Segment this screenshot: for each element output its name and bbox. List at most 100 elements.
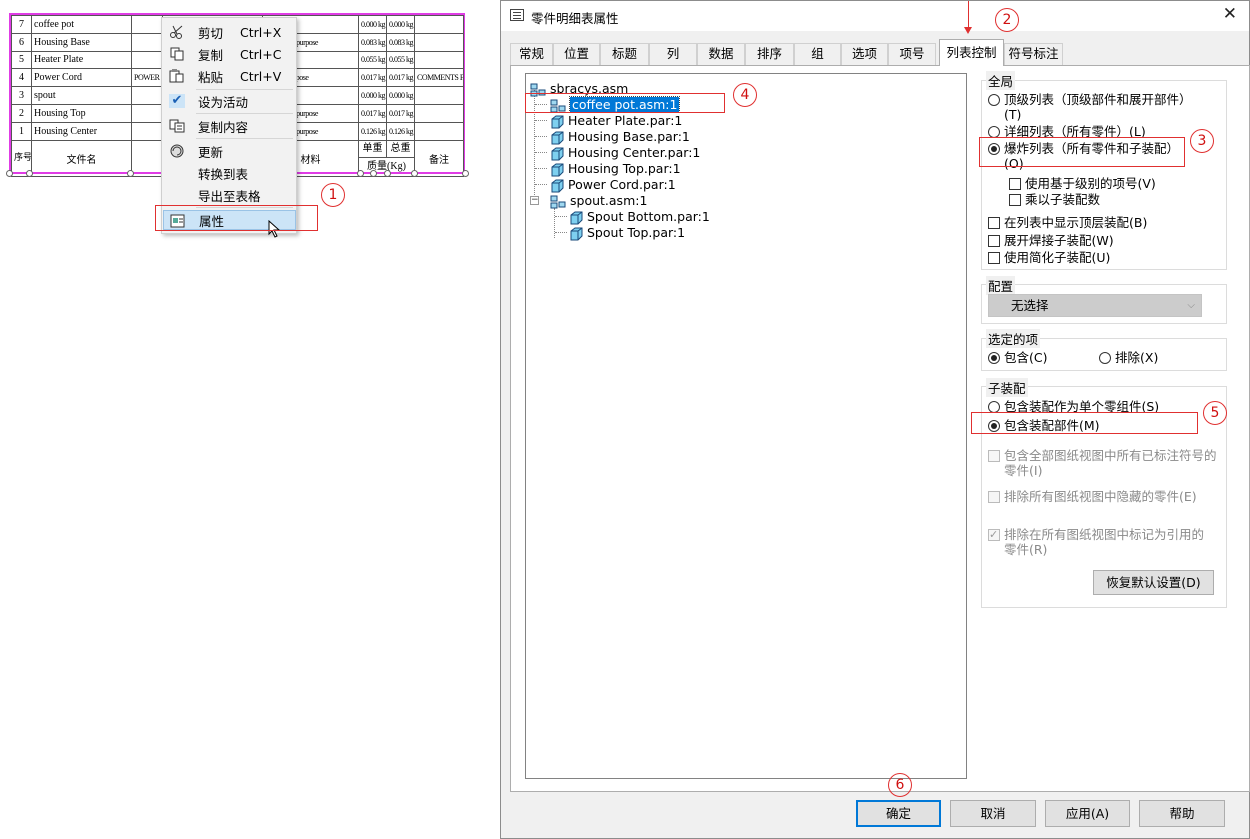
annotation-arrow-line <box>968 1 969 28</box>
tree-label: Power Cord.par:1 <box>568 177 676 192</box>
checkbox-label: 使用简化子装配(U) <box>1004 250 1111 265</box>
tab-columns[interactable]: 列 <box>649 43 697 65</box>
header-filename: 文件名 <box>31 139 132 177</box>
tab-group[interactable]: 组 <box>794 43 841 65</box>
cell-no: 1 <box>11 121 32 141</box>
tree-label: Housing Base.par:1 <box>568 129 690 144</box>
check-include-ballooned[interactable]: 包含全部图纸视图中所有已标注符号的 零件(I) <box>988 448 1217 478</box>
menu-shortcut: Ctrl+V <box>240 68 282 84</box>
check-exclude-reference[interactable]: 排除在所有图纸视图中标记为引用的零件(R) <box>988 527 1204 557</box>
menu-item-set-active[interactable]: ✔ 设为活动 <box>163 91 296 111</box>
header-unit-mass: 单重 <box>360 141 387 158</box>
radio-exclude[interactable]: 排除(X) <box>1099 350 1158 365</box>
tab-list-control[interactable]: 列表控制 <box>939 39 1004 66</box>
part-icon <box>551 179 564 192</box>
menu-item-copy[interactable]: 复制 Ctrl+C <box>163 44 296 64</box>
table-handle[interactable] <box>384 170 391 177</box>
cell-name: Housing Center <box>31 121 132 141</box>
ok-button[interactable]: 确定 <box>856 800 941 827</box>
check-level-item[interactable]: 使用基于级别的项号(V) <box>1009 176 1156 191</box>
checkbox-label: 排除所有图纸视图中隐藏的零件(E) <box>1004 489 1197 504</box>
check-simplified[interactable]: 使用简化子装配(U) <box>988 250 1110 265</box>
collapse-toggle[interactable]: − <box>530 196 539 205</box>
menu-label: 复制 <box>198 47 224 63</box>
close-icon[interactable]: ✕ <box>1223 4 1237 24</box>
menu-label: 导出至表格 <box>198 188 261 204</box>
table-handle[interactable] <box>127 170 134 177</box>
menu-item-update[interactable]: 更新 <box>163 141 296 161</box>
tree-item[interactable]: Heater Plate.par:1 <box>550 113 682 129</box>
tab-title[interactable]: 标题 <box>600 43 649 65</box>
table-handle[interactable] <box>357 170 364 177</box>
copy-icon <box>170 47 184 61</box>
checkbox[interactable] <box>1009 178 1021 190</box>
checkbox[interactable] <box>988 217 1000 229</box>
table-handle[interactable] <box>411 170 418 177</box>
highlight-box-as-parts <box>971 412 1198 434</box>
cell-name: Housing Top <box>31 103 132 123</box>
checkbox[interactable] <box>988 235 1000 247</box>
menu-item-cut[interactable]: 剪切 Ctrl+X <box>163 22 296 42</box>
menu-item-copy-content[interactable]: 复制内容 <box>163 116 296 136</box>
restore-defaults-button[interactable]: 恢复默认设置(D) <box>1093 570 1214 595</box>
cell-no: 2 <box>11 103 32 123</box>
cell-no: 6 <box>11 32 32 52</box>
table-handle[interactable] <box>462 170 469 177</box>
cell-name: spout <box>31 86 132 105</box>
check-expand-weld[interactable]: 展开焊接子装配(W) <box>988 233 1114 248</box>
config-dropdown[interactable]: 无选择 ⌵ <box>988 294 1202 317</box>
radio-include[interactable]: 包含(C) <box>988 350 1047 365</box>
assembly-tree[interactable]: − sbracys.asm coffee pot.asm:1 Heater Pl… <box>525 73 967 779</box>
checkbox[interactable] <box>988 491 1000 503</box>
tree-item[interactable]: Housing Center.par:1 <box>550 145 700 161</box>
menu-label: 复制内容 <box>198 119 249 135</box>
tab-options[interactable]: 选项 <box>841 43 888 65</box>
tab-balloon[interactable]: 符号标注 <box>1004 43 1063 65</box>
check-exclude-hidden[interactable]: 排除所有图纸视图中隐藏的零件(E) <box>988 489 1197 504</box>
tree-item[interactable]: Power Cord.par:1 <box>550 177 676 193</box>
tab-general[interactable]: 常规 <box>510 43 553 65</box>
cell-total-mass: 0.017 kg <box>386 103 415 123</box>
cell-total-mass: 0.055 kg <box>386 50 415 70</box>
checkbox[interactable] <box>988 252 1000 264</box>
cell-name: Heater Plate <box>31 50 132 70</box>
group-title-subassembly: 子装配 <box>986 378 1028 397</box>
tree-item[interactable]: Spout Bottom.par:1 <box>569 209 710 225</box>
menu-item-export-spreadsheet[interactable]: 导出至表格 <box>163 185 296 205</box>
apply-button[interactable]: 应用(A) <box>1045 800 1130 827</box>
tree-item[interactable]: Spout Top.par:1 <box>569 225 685 241</box>
tree-item-subassembly[interactable]: spout.asm:1 <box>550 193 647 209</box>
radio-button[interactable] <box>1099 352 1111 364</box>
tab-data[interactable]: 数据 <box>697 43 745 65</box>
tab-position[interactable]: 位置 <box>553 43 600 65</box>
radio-button[interactable] <box>988 94 1000 106</box>
cell-name: Power Cord <box>31 68 132 88</box>
menu-item-paste[interactable]: 粘贴 Ctrl+V <box>163 66 296 86</box>
table-handle[interactable] <box>6 170 13 177</box>
table-handle[interactable] <box>26 170 33 177</box>
tree-label: Heater Plate.par:1 <box>568 113 683 128</box>
check-show-top[interactable]: 在列表中显示顶层装配(B) <box>988 215 1147 230</box>
cell-unit-mass: 0.126 kg <box>358 121 387 141</box>
tree-item[interactable]: Housing Base.par:1 <box>550 129 690 145</box>
checkbox[interactable] <box>988 450 1000 462</box>
checkbox[interactable] <box>1009 194 1021 206</box>
table-handle[interactable] <box>370 170 377 177</box>
radio-top-list[interactable]: 顶级列表（顶级部件和展开部件） (T) <box>988 92 1192 122</box>
cell-mid <box>131 121 163 141</box>
checkbox[interactable] <box>988 527 1000 542</box>
check-multiply[interactable]: 乘以子装配数 <box>1009 192 1100 207</box>
cell-unit-mass: 0.000 kg <box>358 15 387 34</box>
help-button[interactable]: 帮助 <box>1139 800 1225 827</box>
radio-button[interactable] <box>988 352 1000 364</box>
menu-item-convert-to-table[interactable]: 转换到表 <box>163 163 296 183</box>
menu-label: 设为活动 <box>198 94 249 110</box>
tab-sort[interactable]: 排序 <box>745 43 794 65</box>
tab-item-number[interactable]: 项号 <box>888 43 936 65</box>
cancel-button[interactable]: 取消 <box>950 800 1036 827</box>
cell-no: 5 <box>11 50 32 70</box>
cell-mid <box>131 50 163 70</box>
cell-total-mass: 0.126 kg <box>386 121 415 141</box>
tree-item[interactable]: Housing Top.par:1 <box>550 161 681 177</box>
part-icon <box>551 147 564 160</box>
